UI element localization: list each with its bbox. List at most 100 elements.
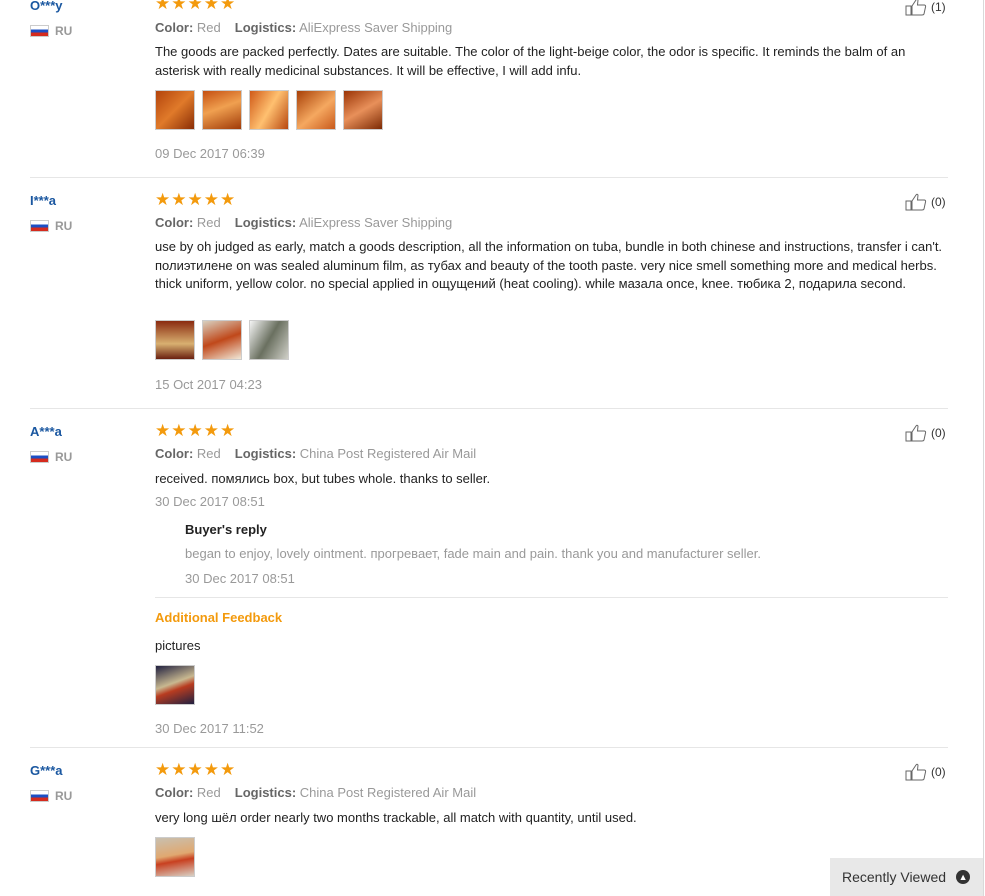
buyers-reply-date: 30 Dec 2017 08:51 [185,571,295,586]
buyers-reply-text: began to enjoy, lovely ointment. прогрев… [185,546,761,561]
helpful-button[interactable]: (0) [905,193,946,211]
additional-feedback-photos [155,665,202,705]
country-code: RU [55,450,73,464]
review-photos [155,320,296,360]
star-icon: ★ [155,760,171,780]
helpful-count: (0) [931,426,946,440]
star-rating: ★ ★ ★ ★ ★ [155,760,236,780]
star-icon: ★ [187,190,203,210]
flag-icon [30,25,49,37]
flag-icon [30,220,49,232]
thumbs-up-icon [905,193,927,211]
color-label: Color: [155,785,194,800]
star-rating: ★ ★ ★ ★ ★ [155,421,236,441]
reviewer-country: RU [30,24,72,38]
divider [155,597,948,598]
reviewer-name[interactable]: O***y [30,0,63,13]
review-photo-thumbnail[interactable] [155,837,195,877]
review-photo-thumbnail[interactable] [155,320,195,360]
star-icon: ★ [203,190,219,210]
star-icon: ★ [203,421,219,441]
helpful-button[interactable]: (0) [905,424,946,442]
color-label: Color: [155,446,194,461]
order-info: Color: Red Logistics: China Post Register… [155,446,476,461]
star-icon: ★ [187,760,203,780]
star-icon: ★ [155,0,171,14]
star-icon: ★ [155,190,171,210]
reviewer-name[interactable]: A***a [30,424,62,439]
logistics-value: AliExpress Saver Shipping [299,215,453,230]
reviewer-country: RU [30,789,72,803]
reviewer-country: RU [30,450,72,464]
review-photo-thumbnail[interactable] [296,90,336,130]
star-icon: ★ [220,421,236,441]
star-icon: ★ [155,421,171,441]
logistics-label: Logistics: [234,785,297,800]
reviewer-country: RU [30,219,72,233]
helpful-count: (1) [931,0,946,14]
star-icon: ★ [220,760,236,780]
color-value: Red [196,446,221,461]
flag-icon [30,790,49,802]
order-info: Color: Red Logistics: AliExpress Saver Sh… [155,215,452,230]
star-icon: ★ [187,0,203,14]
additional-feedback-text: pictures [155,638,201,653]
helpful-count: (0) [931,765,946,779]
review-photo-thumbnail[interactable] [155,665,195,705]
review-text: received. помялись box, but tubes whole.… [155,471,491,486]
review-photo-thumbnail[interactable] [249,90,289,130]
reviewer-name[interactable]: G***a [30,763,63,778]
thumbs-up-icon [905,763,927,781]
color-value: Red [196,785,221,800]
review-text: The goods are packed perfectly. Dates ar… [155,44,906,78]
review-date: 09 Dec 2017 06:39 [155,146,265,161]
star-icon: ★ [203,760,219,780]
star-rating: ★ ★ ★ ★ ★ [155,0,236,14]
divider [30,747,948,748]
review-photo-thumbnail[interactable] [202,90,242,130]
star-rating: ★ ★ ★ ★ ★ [155,190,236,210]
star-icon: ★ [220,190,236,210]
review-photo-thumbnail[interactable] [343,90,383,130]
review-date: 15 Oct 2017 04:23 [155,377,262,392]
review-photo-thumbnail[interactable] [155,90,195,130]
thumbs-up-icon [905,424,927,442]
review-date: 30 Dec 2017 08:51 [155,494,265,509]
page-right-border [983,0,984,896]
flag-icon [30,451,49,463]
review-photos [155,90,390,130]
star-icon: ★ [187,421,203,441]
logistics-value: AliExpress Saver Shipping [299,20,453,35]
star-icon: ★ [171,421,187,441]
order-info: Color: Red Logistics: AliExpress Saver Sh… [155,20,452,35]
review-photo-thumbnail[interactable] [249,320,289,360]
country-code: RU [55,24,73,38]
recently-viewed-button[interactable]: Recently Viewed ▲ [830,858,983,896]
helpful-button[interactable]: (0) [905,763,946,781]
review-photos [155,837,202,877]
helpful-button[interactable]: (1) [905,0,946,16]
country-code: RU [55,219,73,233]
buyers-reply-title: Buyer's reply [185,522,267,537]
divider [30,408,948,409]
logistics-value: China Post Registered Air Mail [299,785,477,800]
chevron-up-icon: ▲ [956,870,971,884]
logistics-label: Logistics: [234,215,297,230]
star-icon: ★ [171,190,187,210]
star-icon: ★ [171,0,187,14]
order-info: Color: Red Logistics: China Post Register… [155,785,476,800]
review-text: use by oh judged as early, match a goods… [155,239,943,291]
logistics-label: Logistics: [234,20,297,35]
color-value: Red [196,215,221,230]
color-value: Red [196,20,221,35]
color-label: Color: [155,20,194,35]
helpful-count: (0) [931,195,946,209]
star-icon: ★ [203,0,219,14]
logistics-value: China Post Registered Air Mail [299,446,477,461]
divider [30,177,948,178]
color-label: Color: [155,215,194,230]
additional-feedback-date: 30 Dec 2017 11:52 [155,721,264,736]
reviewer-name[interactable]: I***a [30,193,56,208]
review-photo-thumbnail[interactable] [202,320,242,360]
star-icon: ★ [220,0,236,14]
